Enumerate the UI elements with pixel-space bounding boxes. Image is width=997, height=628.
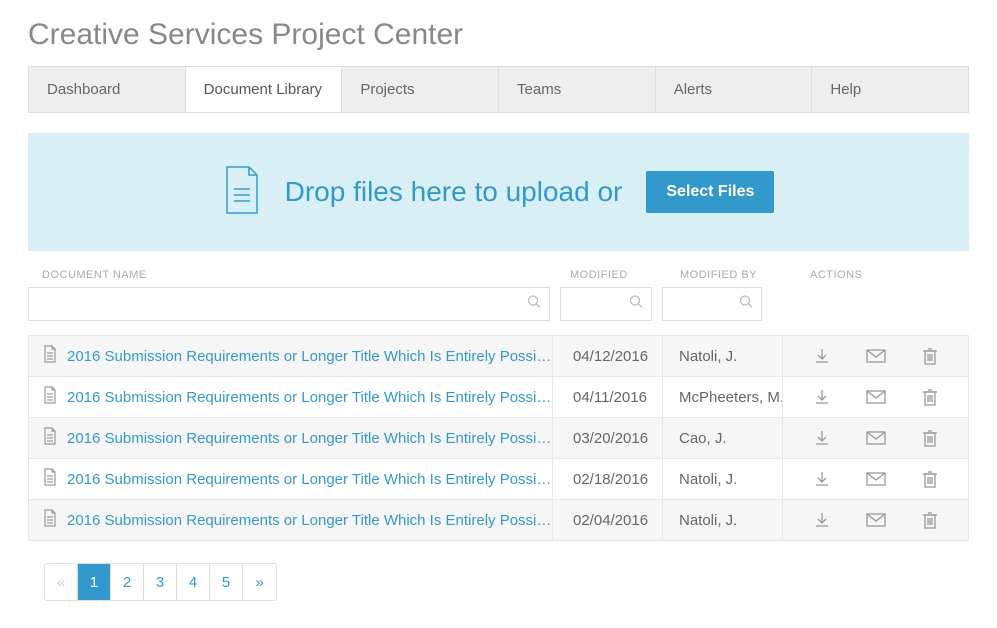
filter-modified-by-wrap [662, 287, 762, 321]
select-files-button[interactable]: Select Files [646, 171, 774, 213]
filter-modified-input[interactable] [561, 288, 651, 320]
cell-modified-by: Natoli, J. [663, 336, 783, 376]
email-button[interactable] [866, 431, 886, 445]
tab-bar: DashboardDocument LibraryProjectsTeamsAl… [28, 66, 969, 113]
document-link[interactable]: 2016 Submission Requirements or Longer T… [67, 348, 552, 365]
cell-actions [783, 377, 968, 417]
table-row: 2016 Submission Requirements or Longer T… [29, 418, 968, 459]
pagination-prev[interactable]: « [45, 564, 78, 600]
cell-modified-by: Cao, J. [663, 418, 783, 458]
cell-modified-by: McPheeters, M. [663, 377, 783, 417]
tab-dashboard[interactable]: Dashboard [29, 67, 186, 112]
document-icon [43, 427, 57, 450]
column-header-name: DOCUMENT NAME [28, 269, 560, 281]
column-header-modified: MODIFIED [560, 269, 670, 281]
tab-document-library[interactable]: Document Library [186, 67, 343, 112]
document-icon [43, 386, 57, 409]
document-icon [223, 165, 261, 220]
tab-teams[interactable]: Teams [499, 67, 656, 112]
cell-modified-by: Natoli, J. [663, 500, 783, 540]
pagination-page-5[interactable]: 5 [210, 564, 243, 600]
download-button[interactable] [813, 470, 831, 488]
filter-modified-wrap [560, 287, 652, 321]
document-icon [43, 509, 57, 532]
delete-button[interactable] [922, 511, 938, 529]
cell-name: 2016 Submission Requirements or Longer T… [29, 336, 553, 376]
delete-button[interactable] [922, 388, 938, 406]
tab-projects[interactable]: Projects [342, 67, 499, 112]
cell-modified: 04/11/2016 [553, 377, 663, 417]
cell-modified-by: Natoli, J. [663, 459, 783, 499]
document-link[interactable]: 2016 Submission Requirements or Longer T… [67, 471, 552, 488]
filter-name-wrap [28, 287, 550, 321]
pagination-next[interactable]: » [243, 564, 276, 600]
email-button[interactable] [866, 349, 886, 363]
email-button[interactable] [866, 513, 886, 527]
cell-actions [783, 336, 968, 376]
cell-name: 2016 Submission Requirements or Longer T… [29, 500, 553, 540]
cell-name: 2016 Submission Requirements or Longer T… [29, 459, 553, 499]
table-row: 2016 Submission Requirements or Longer T… [29, 336, 968, 377]
dropzone-text: Drop files here to upload or [285, 176, 623, 208]
tab-help[interactable]: Help [812, 67, 968, 112]
pagination-page-1[interactable]: 1 [78, 564, 111, 600]
cell-modified: 02/18/2016 [553, 459, 663, 499]
download-button[interactable] [813, 511, 831, 529]
document-icon [43, 345, 57, 368]
cell-name: 2016 Submission Requirements or Longer T… [29, 377, 553, 417]
delete-button[interactable] [922, 470, 938, 488]
dropzone[interactable]: Drop files here to upload or Select File… [28, 133, 969, 251]
cell-modified: 04/12/2016 [553, 336, 663, 376]
pagination: «12345» [44, 563, 277, 601]
page-title: Creative Services Project Center [0, 0, 997, 66]
table-row: 2016 Submission Requirements or Longer T… [29, 500, 968, 541]
filter-name-input[interactable] [29, 288, 549, 320]
cell-actions [783, 418, 968, 458]
document-icon [43, 468, 57, 491]
cell-actions [783, 459, 968, 499]
pagination-page-3[interactable]: 3 [144, 564, 177, 600]
pagination-page-4[interactable]: 4 [177, 564, 210, 600]
table-row: 2016 Submission Requirements or Longer T… [29, 459, 968, 500]
column-header-actions: ACTIONS [800, 269, 969, 281]
email-button[interactable] [866, 390, 886, 404]
cell-modified: 02/04/2016 [553, 500, 663, 540]
document-table: DOCUMENT NAME MODIFIED MODIFIED BY ACTIO… [28, 261, 969, 541]
cell-modified: 03/20/2016 [553, 418, 663, 458]
download-button[interactable] [813, 388, 831, 406]
document-link[interactable]: 2016 Submission Requirements or Longer T… [67, 512, 552, 529]
column-header-modified-by: MODIFIED BY [670, 269, 800, 281]
delete-button[interactable] [922, 347, 938, 365]
delete-button[interactable] [922, 429, 938, 447]
download-button[interactable] [813, 347, 831, 365]
email-button[interactable] [866, 472, 886, 486]
table-row: 2016 Submission Requirements or Longer T… [29, 377, 968, 418]
filter-modified-by-input[interactable] [663, 288, 761, 320]
document-link[interactable]: 2016 Submission Requirements or Longer T… [67, 430, 552, 447]
cell-actions [783, 500, 968, 540]
pagination-page-2[interactable]: 2 [111, 564, 144, 600]
cell-name: 2016 Submission Requirements or Longer T… [29, 418, 553, 458]
document-link[interactable]: 2016 Submission Requirements or Longer T… [67, 389, 552, 406]
download-button[interactable] [813, 429, 831, 447]
tab-alerts[interactable]: Alerts [656, 67, 813, 112]
